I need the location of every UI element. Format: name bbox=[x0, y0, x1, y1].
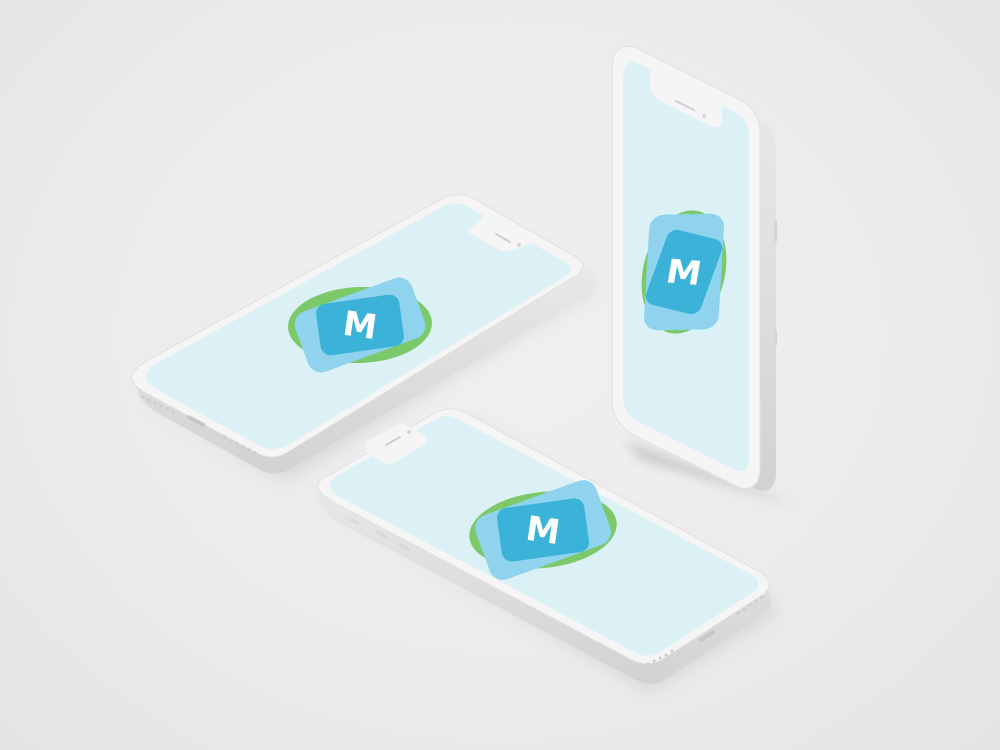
logo-letter: M bbox=[663, 252, 704, 293]
camera-dot-icon bbox=[407, 430, 411, 434]
camera-dot-icon bbox=[702, 114, 706, 118]
left-phone: M bbox=[131, 194, 598, 480]
logo-letter: M bbox=[340, 304, 379, 348]
upright-phone: M bbox=[611, 45, 790, 505]
logo-letter: M bbox=[523, 509, 562, 553]
camera-dot-icon bbox=[517, 243, 521, 247]
mockup-scene: M M M bbox=[0, 0, 1000, 750]
phones-illustration: M M M bbox=[131, 45, 790, 690]
